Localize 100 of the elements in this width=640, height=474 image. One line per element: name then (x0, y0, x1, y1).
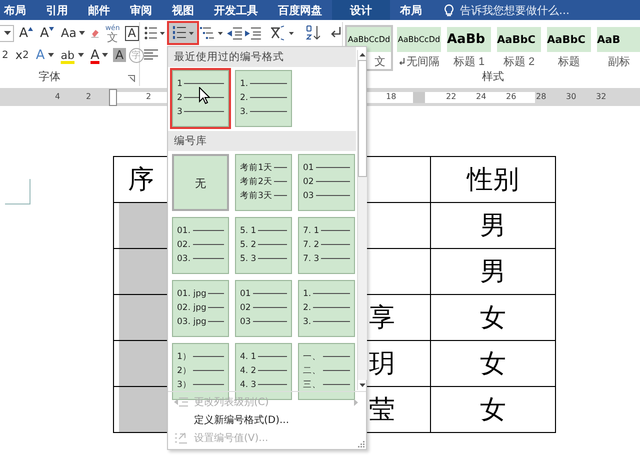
increase-indent-icon[interactable] (245, 26, 262, 40)
table-cell: 男 (430, 202, 556, 248)
number-label: 4. 1 (240, 352, 256, 362)
numbering-format-tile[interactable]: 01 02 03 (235, 280, 292, 337)
section-heading: 编号库 (168, 131, 356, 151)
ribbon-tab[interactable]: 审阅 (120, 0, 162, 20)
section-heading: 最近使用过的编号格式 (168, 47, 356, 67)
font-color-button[interactable]: A (88, 48, 110, 62)
number-label: 7. 1 (303, 226, 320, 236)
numbering-format-tile[interactable]: 4. 1 4. 2 4. 3 (235, 343, 292, 400)
number-label: 2） (177, 364, 192, 376)
number-label: 一、 (303, 350, 321, 362)
number-label: 5. 1 (240, 226, 256, 236)
ribbon-tab[interactable]: 布局 (390, 0, 432, 20)
multilevel-list-icon[interactable] (200, 26, 224, 40)
paragraph-mark-icon (398, 58, 404, 65)
lightbulb-icon (444, 4, 454, 16)
number-label: 2 (177, 92, 182, 102)
number-label: 1. (240, 78, 248, 88)
style-gallery-item[interactable]: AaBbCcDd 无间隔 (395, 25, 443, 71)
numbering-format-tile[interactable]: 考前1天 考前2天 考前3天 (235, 154, 292, 211)
number-label: 03 (240, 316, 251, 326)
ruler-number: 2 (146, 92, 152, 102)
number-label: 03. jpg (177, 316, 206, 326)
number-label: 02 (240, 302, 251, 312)
numbering-format-tile[interactable]: 无 (172, 154, 229, 211)
ribbon-tab[interactable]: 开发工具 (204, 0, 268, 20)
group-label: 字体 (38, 69, 60, 84)
ruler-number: 18 (386, 92, 396, 102)
margin-corner-mark (5, 179, 31, 205)
caret-icon (4, 31, 12, 35)
number-label: 4. 3 (240, 380, 256, 390)
align-left-icon[interactable] (144, 49, 158, 61)
style-gallery-item[interactable]: AaBb 标题 1 (445, 25, 493, 71)
text-layout-icon[interactable] (270, 25, 296, 41)
font-size-field[interactable] (0, 24, 14, 42)
number-label: 01 (303, 162, 314, 172)
ruler-number: 2 (86, 92, 92, 102)
number-label: 5. 3 (240, 254, 256, 264)
enclose-characters-button[interactable]: A (124, 26, 139, 40)
scrollbar[interactable] (357, 50, 367, 390)
table-cell: 女 (430, 386, 556, 432)
menu-item[interactable]: 定义新编号格式(D)... (168, 411, 366, 429)
ribbon-tab[interactable]: 邮件 (78, 0, 120, 20)
bullets-icon[interactable] (144, 26, 166, 40)
shrink-font-button[interactable]: A (38, 26, 56, 40)
resize-grip-icon[interactable] (358, 441, 365, 448)
tell-me-field[interactable]: 告诉我您想要做什么... (444, 0, 612, 20)
script-button[interactable]: 2 (0, 50, 10, 60)
numbering-format-tile[interactable]: 01. jpg 02. jpg 03. jpg (172, 280, 229, 337)
submenu-arrow-icon (354, 398, 358, 406)
table-cell: 女 (430, 294, 556, 340)
caret-icon (78, 53, 84, 57)
triangle-icon (48, 27, 54, 31)
group-label: 样式 (482, 69, 504, 84)
character-shading-button[interactable]: A (113, 48, 126, 62)
style-gallery-item[interactable]: AaBbC 标题 (545, 25, 593, 71)
ruler-number: 24 (476, 92, 486, 102)
numbering-icon[interactable] (168, 23, 197, 43)
scroll-thumb[interactable] (358, 60, 367, 177)
number-label: 7. 2 (303, 240, 320, 250)
ribbon-tab[interactable]: 引用 (36, 0, 78, 20)
table-cell: 性别 (430, 156, 556, 202)
change-case-button[interactable]: Aa (58, 26, 88, 40)
number-label: 2. (303, 302, 312, 312)
return-arrow-icon[interactable] (330, 26, 342, 40)
numbering-format-tile[interactable]: 01. 02. 03. (172, 217, 229, 274)
numbering-format-tile[interactable]: 7. 1 7. 2 7. 3 (298, 217, 355, 274)
ruler-number: 22 (446, 92, 456, 102)
ribbon-tab[interactable]: 布局 (0, 0, 36, 20)
mouse-pointer-icon (199, 87, 210, 104)
grow-font-button[interactable]: A (17, 26, 35, 40)
numbering-format-tile[interactable]: 5. 1 5. 2 5. 3 (235, 217, 292, 274)
number-label: 考前2天 (240, 176, 272, 188)
ruler-number: 4 (55, 92, 60, 102)
ribbon-tab[interactable]: 视图 (162, 0, 204, 20)
dialog-launcher-icon[interactable] (128, 75, 135, 82)
numbering-format-tile[interactable]: 1. 2. 3. (235, 70, 292, 127)
numbering-format-tile[interactable]: 01 02 03 (298, 154, 355, 211)
numbering-format-tile[interactable]: 1. 2. 3. (298, 280, 355, 337)
indent-marker[interactable] (109, 89, 117, 106)
text-effects-button[interactable]: A (34, 48, 56, 62)
style-gallery-item[interactable]: AaBbC 标题 2 (495, 25, 543, 71)
numbering-format-tile[interactable]: 一、 二、 三、 (298, 343, 355, 400)
ruler-number: 28 (536, 92, 546, 102)
sort-icon[interactable] (305, 25, 322, 41)
highlight-button[interactable]: ab (58, 48, 86, 62)
number-label: 3. (240, 106, 248, 116)
ribbon-tab[interactable]: 百度网盘 (268, 0, 332, 20)
ruler-number: 26 (506, 92, 516, 102)
number-label: 01. (177, 226, 191, 236)
numbering-format-tile[interactable]: 1） 2） 3） (172, 343, 229, 400)
number-label: 1 (177, 78, 182, 88)
ribbon-tab[interactable]: 设计 (332, 0, 390, 20)
column-marker[interactable] (413, 92, 425, 103)
caret-icon (48, 53, 54, 57)
number-label: 02. jpg (177, 302, 206, 312)
number-label: 7. 3 (303, 254, 320, 264)
decrease-indent-icon[interactable] (226, 26, 242, 40)
numbering-format-tile[interactable]: 1 2 3 (172, 70, 229, 127)
